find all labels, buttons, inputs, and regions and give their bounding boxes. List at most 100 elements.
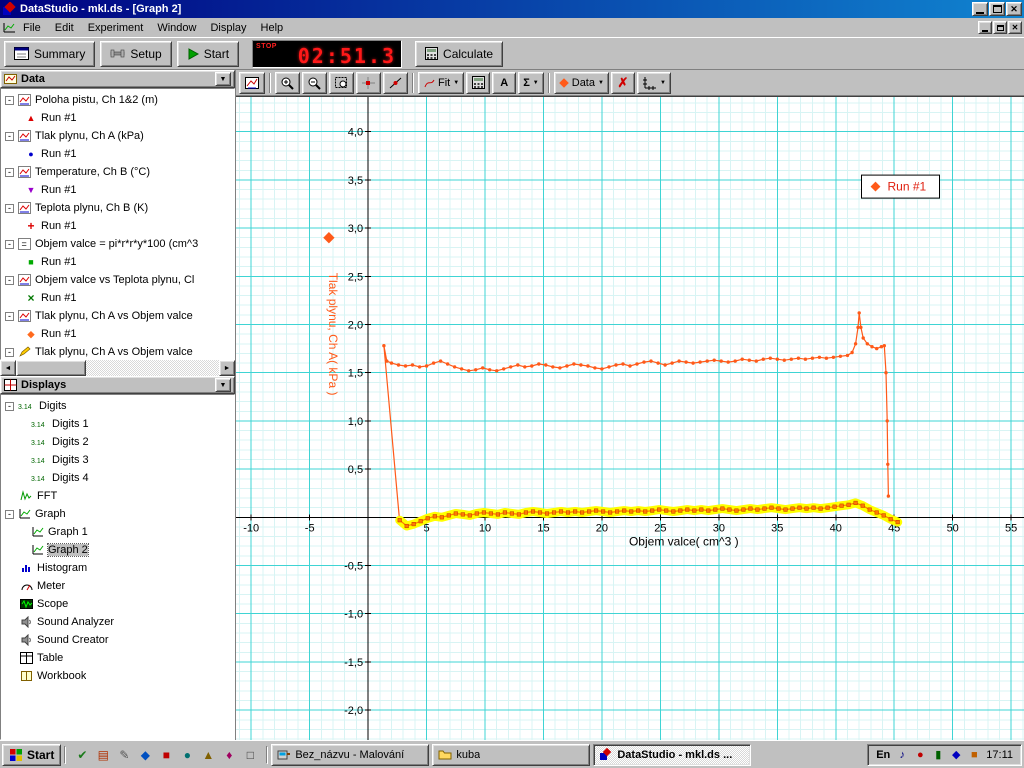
zoom-in-button[interactable] xyxy=(275,72,300,94)
maximize-button[interactable] xyxy=(989,2,1005,16)
quick-launch-4[interactable]: ◆ xyxy=(135,745,155,765)
display-item[interactable]: -Graph xyxy=(1,505,234,523)
keyboard-layout-indicator[interactable]: En xyxy=(876,749,890,761)
display-item[interactable]: -3.14Digits xyxy=(1,397,234,415)
zoom-out-button[interactable] xyxy=(302,72,327,94)
statistics-dropdown[interactable]: Σ ▼ xyxy=(518,72,544,94)
data-source-item[interactable]: -=Objem valce = pi*r*r*y*100 (cm^3 xyxy=(1,235,234,253)
calculate-tool-button[interactable] xyxy=(466,72,490,94)
data-source-item[interactable]: -Objem valce vs Teplota plynu, Cl xyxy=(1,271,234,289)
quick-launch-9[interactable]: □ xyxy=(240,745,260,765)
task-button[interactable]: Bez_názvu - Malování xyxy=(271,744,429,766)
zoom-select-button[interactable] xyxy=(329,72,354,94)
data-source-item[interactable]: -Tlak plynu, Ch A vs Objem valce xyxy=(1,343,234,360)
displays-panel-dropdown-arrow-icon[interactable]: ▼ xyxy=(215,378,231,392)
graph-settings-dropdown[interactable]: ▼ xyxy=(637,72,671,94)
display-item[interactable]: Meter xyxy=(1,577,234,595)
tray-icon-4[interactable]: ◆ xyxy=(948,747,964,763)
tree-collapse-icon[interactable]: - xyxy=(5,240,14,249)
display-child-item[interactable]: 3.14Digits 2 xyxy=(1,433,234,451)
menu-file[interactable]: File xyxy=(16,20,48,36)
quick-launch-5[interactable]: ■ xyxy=(156,745,176,765)
tray-icon-1[interactable]: ♪ xyxy=(894,747,910,763)
run-item[interactable]: ▲Run #1 xyxy=(1,109,234,127)
start-menu-button[interactable]: Start xyxy=(2,744,61,766)
run-item[interactable]: ●Run #1 xyxy=(1,145,234,163)
slope-tool-button[interactable] xyxy=(383,72,408,94)
menu-edit[interactable]: Edit xyxy=(48,20,81,36)
minimize-button[interactable] xyxy=(972,2,988,16)
quick-launch-8[interactable]: ♦ xyxy=(219,745,239,765)
display-item[interactable]: Workbook xyxy=(1,667,234,685)
child-minimize-button[interactable] xyxy=(978,21,992,34)
display-child-item[interactable]: Graph 2 xyxy=(1,541,234,559)
tray-icon-5[interactable]: ■ xyxy=(966,747,982,763)
remove-button[interactable]: ✗ xyxy=(611,72,635,94)
text-tool-button[interactable]: A xyxy=(492,72,516,94)
menu-window[interactable]: Window xyxy=(150,20,203,36)
tree-collapse-icon[interactable]: - xyxy=(5,168,14,177)
quick-launch-1[interactable]: ✔ xyxy=(72,745,92,765)
display-item[interactable]: Histogram xyxy=(1,559,234,577)
scroll-right-icon[interactable]: ► xyxy=(219,360,235,376)
legend[interactable]: Run #1 xyxy=(862,175,940,198)
setup-button[interactable]: Setup xyxy=(100,41,171,67)
run-item[interactable]: ◆Run #1 xyxy=(1,325,234,343)
run-item[interactable]: ×Run #1 xyxy=(1,289,234,307)
run-item[interactable]: ■Run #1 xyxy=(1,253,234,271)
summary-button[interactable]: Summary xyxy=(4,41,95,67)
data-source-item[interactable]: -Tlak plynu, Ch A vs Objem valce xyxy=(1,307,234,325)
display-item[interactable]: FFT xyxy=(1,487,234,505)
display-item[interactable]: Scope xyxy=(1,595,234,613)
display-child-item[interactable]: 3.14Digits 1 xyxy=(1,415,234,433)
tree-collapse-icon[interactable]: - xyxy=(5,348,14,357)
data-dropdown[interactable]: Data ▼ xyxy=(554,72,609,94)
child-restore-button[interactable] xyxy=(993,21,1007,34)
display-child-label: Graph 1 xyxy=(48,526,88,538)
data-source-item[interactable]: -Poloha pistu, Ch 1&2 (m) xyxy=(1,91,234,109)
data-source-item[interactable]: -Teplota plynu, Ch B (K) xyxy=(1,199,234,217)
tree-collapse-icon[interactable]: - xyxy=(5,132,14,141)
scroll-track[interactable] xyxy=(16,360,219,376)
menu-display[interactable]: Display xyxy=(203,20,253,36)
task-button[interactable]: DataStudio - mkl.ds ... xyxy=(593,744,751,766)
quick-launch-3[interactable]: ✎ xyxy=(114,745,134,765)
graph-plot-svg[interactable]: -10-55101520253035404550554,03,53,02,52,… xyxy=(236,97,1024,740)
display-child-item[interactable]: 3.14Digits 3 xyxy=(1,451,234,469)
scale-to-fit-button[interactable] xyxy=(239,72,265,94)
taskbar-clock[interactable]: 17:11 xyxy=(986,749,1013,761)
data-source-item[interactable]: -Tlak plynu, Ch A (kPa) xyxy=(1,127,234,145)
scroll-left-icon[interactable]: ◄ xyxy=(0,360,16,376)
tray-icon-3[interactable]: ▮ xyxy=(930,747,946,763)
quick-launch-7[interactable]: ▲ xyxy=(198,745,218,765)
data-panel-dropdown-arrow-icon[interactable]: ▼ xyxy=(215,72,231,86)
tree-collapse-icon[interactable]: - xyxy=(5,96,14,105)
scroll-thumb[interactable] xyxy=(16,360,86,376)
tree-collapse-icon[interactable]: - xyxy=(5,312,14,321)
display-item[interactable]: Sound Creator xyxy=(1,631,234,649)
close-button[interactable]: ✕ xyxy=(1006,2,1022,16)
display-child-item[interactable]: Graph 1 xyxy=(1,523,234,541)
tree-collapse-icon[interactable]: - xyxy=(5,276,14,285)
fit-dropdown[interactable]: Fit ▼ xyxy=(418,72,464,94)
menu-help[interactable]: Help xyxy=(254,20,291,36)
display-item[interactable]: Sound Analyzer xyxy=(1,613,234,631)
tree-collapse-icon[interactable]: - xyxy=(5,402,14,411)
smart-tool-button[interactable] xyxy=(356,72,381,94)
calculate-button[interactable]: Calculate xyxy=(415,41,503,67)
menu-experiment[interactable]: Experiment xyxy=(81,20,151,36)
tree-collapse-icon[interactable]: - xyxy=(5,204,14,213)
quick-launch-2[interactable]: ▤ xyxy=(93,745,113,765)
display-child-item[interactable]: 3.14Digits 4 xyxy=(1,469,234,487)
tree-collapse-icon[interactable]: - xyxy=(5,510,14,519)
quick-launch-6[interactable]: ● xyxy=(177,745,197,765)
task-button[interactable]: kuba xyxy=(432,744,590,766)
run-item[interactable]: +Run #1 xyxy=(1,217,234,235)
display-item[interactable]: Table xyxy=(1,649,234,667)
tray-icon-2[interactable]: ● xyxy=(912,747,928,763)
plot-area[interactable]: -10-55101520253035404550554,03,53,02,52,… xyxy=(236,96,1024,740)
run-item[interactable]: ▼Run #1 xyxy=(1,181,234,199)
start-button[interactable]: Start xyxy=(177,41,239,67)
data-source-item[interactable]: -Temperature, Ch B (°C) xyxy=(1,163,234,181)
child-close-button[interactable]: ✕ xyxy=(1008,21,1022,34)
